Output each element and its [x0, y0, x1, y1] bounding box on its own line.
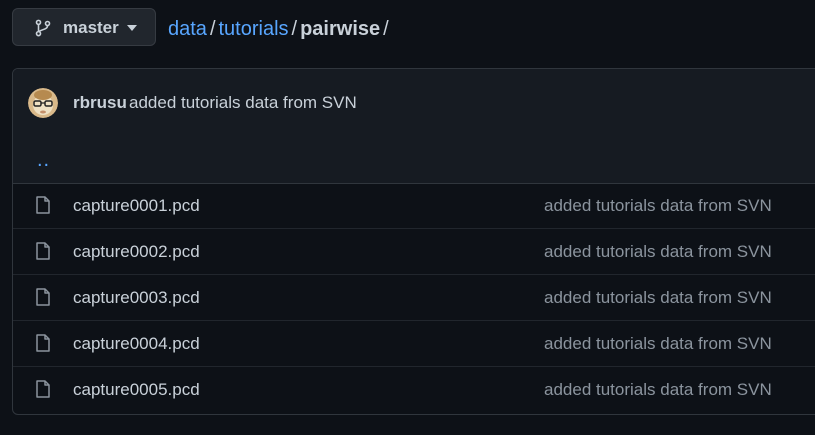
list-item[interactable]: capture0004.pcd added tutorials data fro… — [13, 321, 815, 367]
file-name-link[interactable]: capture0005.pcd — [73, 380, 200, 400]
breadcrumb-tutorials-link[interactable]: tutorials — [219, 18, 289, 40]
avatar[interactable] — [28, 88, 58, 118]
list-item[interactable]: capture0002.pcd added tutorials data fro… — [13, 229, 815, 275]
chevron-down-icon — [127, 25, 137, 31]
breadcrumb-separator: / — [209, 18, 216, 40]
branch-select-button[interactable]: master — [12, 8, 156, 46]
breadcrumb-separator: / — [383, 18, 389, 40]
file-icon — [36, 196, 50, 214]
file-name-link[interactable]: capture0003.pcd — [73, 288, 200, 308]
git-branch-icon — [35, 19, 51, 37]
file-name-link[interactable]: capture0004.pcd — [73, 334, 200, 354]
commit-message-link[interactable]: added tutorials data from SVN — [129, 93, 357, 113]
file-icon — [36, 334, 50, 352]
file-commit-message-link[interactable]: added tutorials data from SVN — [544, 288, 772, 308]
breadcrumb-root-link[interactable]: data — [168, 18, 207, 40]
file-name-link[interactable]: capture0002.pcd — [73, 242, 200, 262]
branch-name: master — [63, 18, 119, 37]
file-commit-message-link[interactable]: added tutorials data from SVN — [544, 334, 772, 354]
file-icon — [36, 380, 50, 398]
breadcrumb-current: pairwise — [300, 18, 381, 40]
list-item[interactable]: capture0005.pcd added tutorials data fro… — [13, 367, 815, 413]
latest-commit-header: rbrusu added tutorials data from SVN — [13, 69, 815, 138]
list-item[interactable]: capture0001.pcd added tutorials data fro… — [13, 183, 815, 229]
file-commit-message-link[interactable]: added tutorials data from SVN — [544, 196, 772, 216]
file-commit-message-link[interactable]: added tutorials data from SVN — [544, 242, 772, 262]
file-icon — [36, 288, 50, 306]
list-item[interactable]: capture0003.pcd added tutorials data fro… — [13, 275, 815, 321]
file-name-link[interactable]: capture0001.pcd — [73, 196, 200, 216]
breadcrumb: data / tutorials / pairwise / — [168, 17, 392, 41]
parent-directory-link[interactable]: .. — [37, 149, 50, 172]
repo-navigation-bar: master data / tutorials / pairwise / — [0, 0, 815, 58]
file-icon — [36, 242, 50, 260]
commit-author-link[interactable]: rbrusu — [73, 93, 127, 113]
breadcrumb-separator: / — [291, 18, 298, 40]
parent-directory-row[interactable]: .. — [13, 137, 815, 184]
file-list-box: rbrusu added tutorials data from SVN .. … — [12, 68, 815, 415]
file-commit-message-link[interactable]: added tutorials data from SVN — [544, 380, 772, 400]
